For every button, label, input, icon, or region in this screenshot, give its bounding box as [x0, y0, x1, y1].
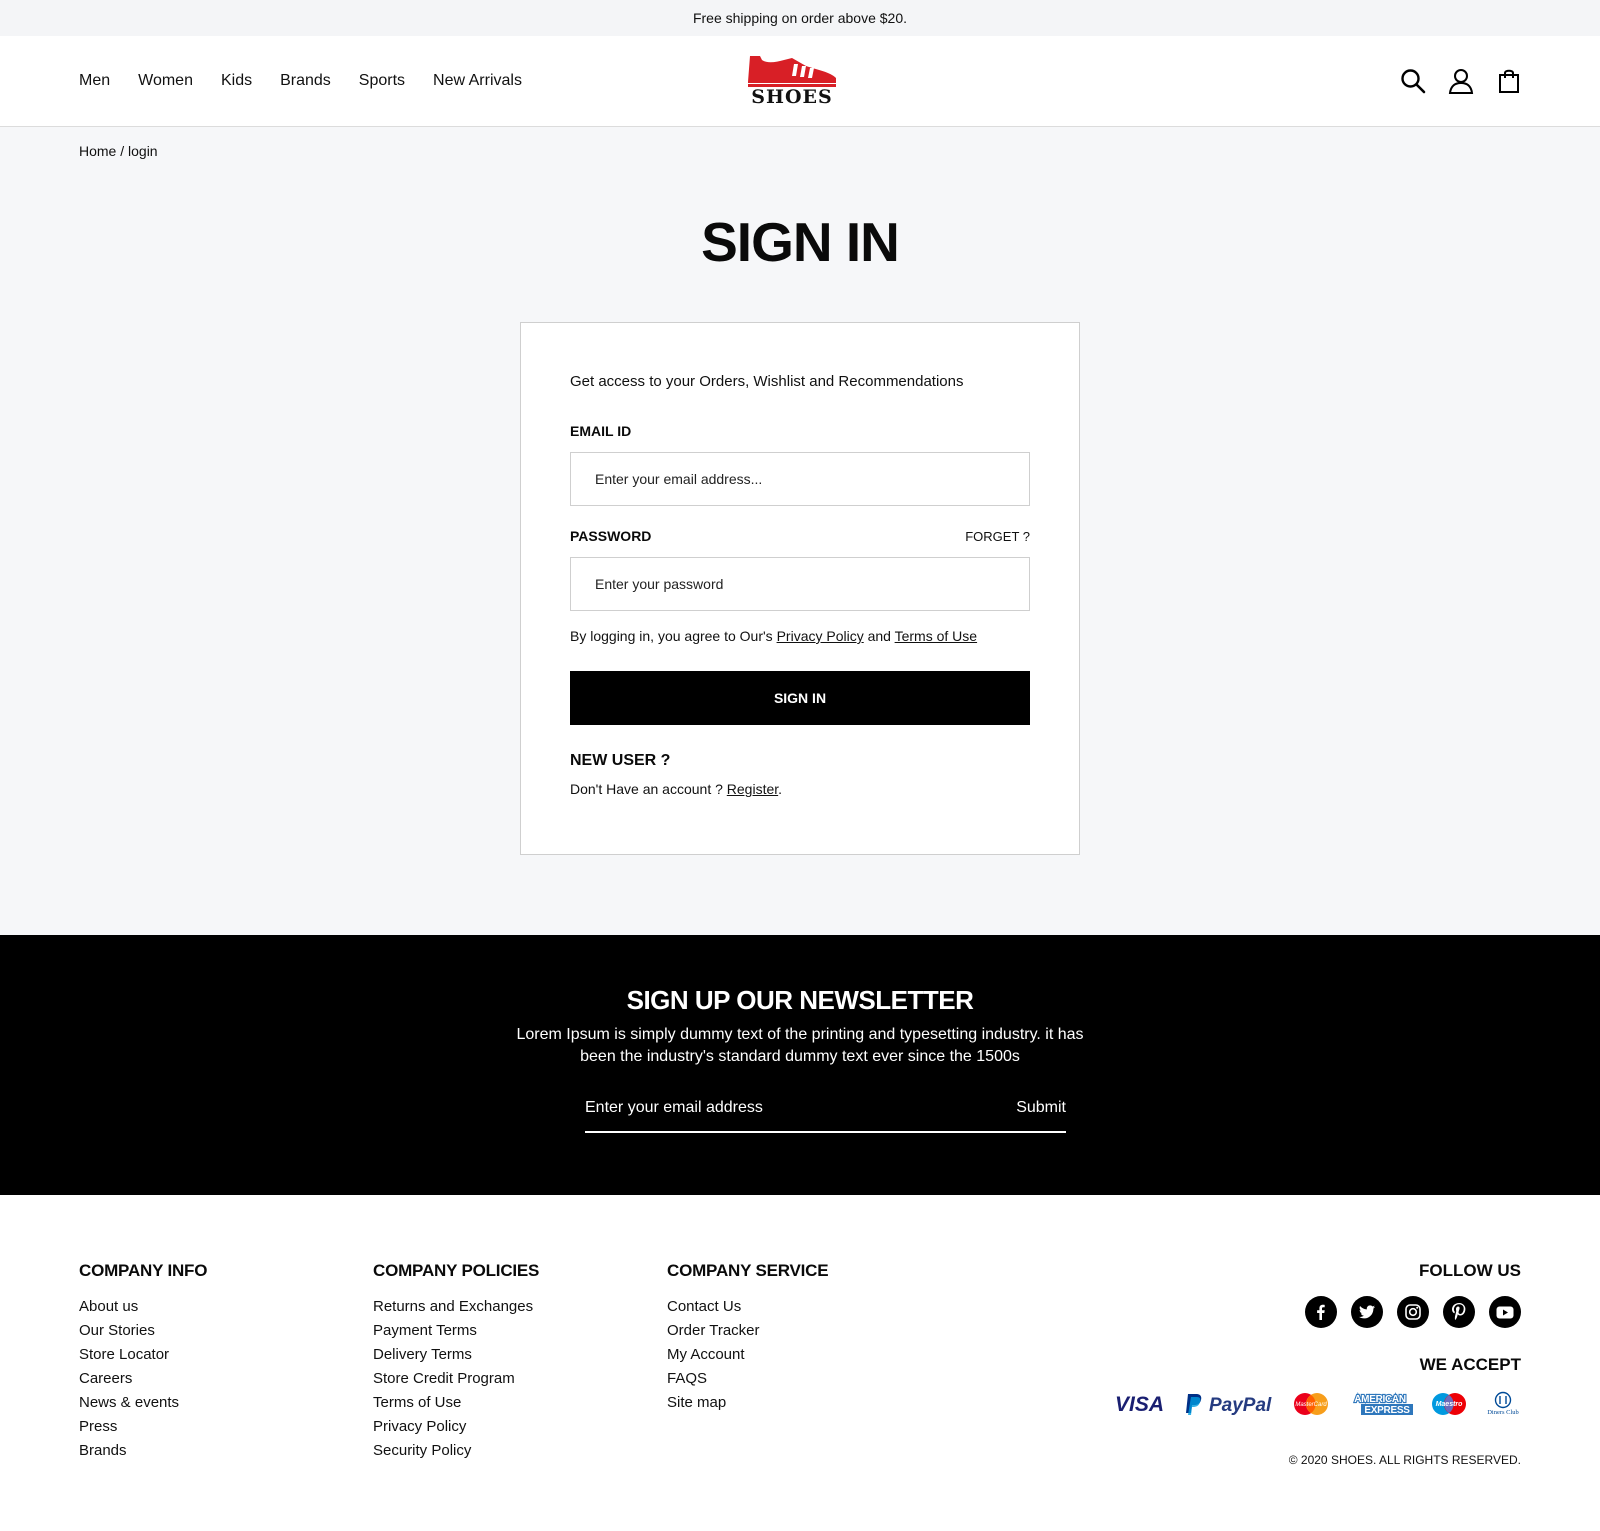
- new-user-text: Don't Have an account ? Register.: [570, 781, 782, 797]
- visa-icon: VISA: [1115, 1393, 1164, 1415]
- email-field[interactable]: [571, 453, 1029, 505]
- footer-link[interactable]: Contact Us: [667, 1295, 828, 1319]
- user-icon[interactable]: [1447, 67, 1475, 95]
- nav-link-brands[interactable]: Brands: [280, 72, 331, 90]
- footer-company-policies-title: COMPANY POLICIES: [373, 1261, 540, 1280]
- search-icon[interactable]: [1399, 67, 1427, 95]
- signin-card: Get access to your Orders, Wishlist and …: [520, 322, 1080, 855]
- footer-link[interactable]: Payment Terms: [373, 1319, 539, 1343]
- diners-label: Diners Club: [1487, 1409, 1519, 1416]
- footer-link[interactable]: Privacy Policy: [373, 1415, 539, 1439]
- footer-link[interactable]: Careers: [79, 1367, 207, 1391]
- diners-club-icon: Diners Club: [1487, 1391, 1519, 1416]
- password-field-wrapper: [570, 557, 1030, 611]
- email-field-wrapper: [570, 452, 1030, 506]
- footer-link[interactable]: Press: [79, 1415, 207, 1439]
- nav-link-women[interactable]: Women: [138, 72, 193, 90]
- footer-link[interactable]: My Account: [667, 1343, 828, 1367]
- shoe-logo-icon: [748, 56, 836, 87]
- mastercard-icon: MasterCard: [1294, 1393, 1328, 1415]
- logo-text: SHOES: [751, 86, 833, 108]
- password-label: PASSWORD: [570, 528, 652, 544]
- footer-link[interactable]: Store Credit Program: [373, 1367, 539, 1391]
- newsletter-submit-button[interactable]: Submit: [1016, 1099, 1066, 1117]
- new-user-prefix: Don't Have an account ?: [570, 781, 727, 797]
- footer-link[interactable]: FAQS: [667, 1367, 828, 1391]
- terms-and: and: [863, 628, 895, 644]
- footer-link[interactable]: Our Stories: [79, 1319, 207, 1343]
- follow-us-title: FOLLOW US: [1419, 1261, 1521, 1280]
- footer-right: FOLLOW US WE ACCEPT VISA PayPal MasterCa…: [1113, 1261, 1521, 1419]
- password-field[interactable]: [571, 558, 1029, 610]
- social-links: [1113, 1296, 1521, 1328]
- paypal-label: PayPal: [1209, 1395, 1272, 1416]
- breadcrumb-text[interactable]: Home / login: [79, 143, 158, 159]
- facebook-icon[interactable]: [1305, 1296, 1337, 1328]
- footer-link[interactable]: Brands: [79, 1439, 207, 1463]
- site-logo[interactable]: SHOES: [746, 50, 838, 112]
- new-user-suffix: .: [778, 781, 783, 797]
- paypal-icon: PayPal: [1186, 1394, 1272, 1416]
- footer-link[interactable]: Site map: [667, 1391, 828, 1415]
- promo-text: Free shipping on order above $20.: [692, 10, 908, 26]
- twitter-icon[interactable]: [1351, 1296, 1383, 1328]
- footer-link[interactable]: Returns and Exchanges: [373, 1295, 539, 1319]
- copyright-text: © 2020 SHOES. ALL RIGHTS RESERVED.: [1288, 1453, 1521, 1467]
- nav-link-sports[interactable]: Sports: [359, 72, 405, 90]
- footer-link[interactable]: Order Tracker: [667, 1319, 828, 1343]
- page-title: SIGN IN: [701, 211, 900, 273]
- main-header: Men Women Kids Brands Sports New Arrival…: [0, 36, 1600, 127]
- register-link[interactable]: Register: [727, 781, 778, 797]
- footer-link[interactable]: News & events: [79, 1391, 207, 1415]
- amex-line-1: AMERICAN: [1354, 1394, 1406, 1405]
- newsletter-form: Submit: [585, 1085, 1066, 1133]
- footer-company-info-title: COMPANY INFO: [79, 1261, 208, 1280]
- maestro-icon: Maestro: [1432, 1393, 1466, 1415]
- footer-link[interactable]: Delivery Terms: [373, 1343, 539, 1367]
- payment-methods: VISA PayPal MasterCard AMERICAN EXPRESS …: [1113, 1389, 1521, 1419]
- terms-notice: By logging in, you agree to Our's Privac…: [570, 628, 977, 644]
- header-actions: [1399, 36, 1523, 126]
- footer-link[interactable]: Security Policy: [373, 1439, 539, 1463]
- youtube-icon[interactable]: [1489, 1296, 1521, 1328]
- we-accept-title: WE ACCEPT: [1419, 1355, 1521, 1374]
- privacy-policy-link[interactable]: Privacy Policy: [777, 628, 864, 644]
- instagram-icon[interactable]: [1397, 1296, 1429, 1328]
- nav-link-men[interactable]: Men: [79, 72, 110, 90]
- footer-company-service: COMPANY SERVICE Contact Us Order Tracker…: [667, 1261, 829, 1415]
- footer-link[interactable]: Terms of Use: [373, 1391, 539, 1415]
- breadcrumb: Home / login: [79, 143, 158, 159]
- newsletter-email-input[interactable]: [585, 1085, 1017, 1131]
- signin-button[interactable]: SIGN IN: [570, 671, 1030, 725]
- terms-prefix: By logging in, you agree to Our's: [570, 628, 777, 644]
- newsletter-section: SIGN UP OUR NEWSLETTER Lorem Ipsum is si…: [0, 935, 1600, 1195]
- amex-line-2: EXPRESS: [1364, 1405, 1410, 1416]
- visa-label: VISA: [1115, 1393, 1164, 1415]
- shopping-bag-icon[interactable]: [1495, 67, 1523, 95]
- footer-company-info: COMPANY INFO About us Our Stories Store …: [79, 1261, 207, 1463]
- main-nav: Men Women Kids Brands Sports New Arrival…: [79, 36, 522, 126]
- forgot-password-link[interactable]: FORGET ?: [965, 529, 1030, 544]
- footer-company-policies: COMPANY POLICIES Returns and Exchanges P…: [373, 1261, 539, 1463]
- american-express-icon: AMERICAN EXPRESS: [1353, 1393, 1413, 1416]
- newsletter-title: SIGN UP OUR NEWSLETTER: [626, 985, 974, 1015]
- newsletter-description: Lorem Ipsum is simply dummy text of the …: [516, 1026, 1084, 1065]
- site-footer: COMPANY INFO About us Our Stories Store …: [0, 1195, 1600, 1531]
- footer-company-service-title: COMPANY SERVICE: [667, 1261, 829, 1280]
- terms-of-use-link[interactable]: Terms of Use: [895, 628, 977, 644]
- footer-link[interactable]: Store Locator: [79, 1343, 207, 1367]
- pinterest-icon[interactable]: [1443, 1296, 1475, 1328]
- nav-link-kids[interactable]: Kids: [221, 72, 252, 90]
- promo-bar: Free shipping on order above $20.: [0, 0, 1600, 36]
- new-user-title: NEW USER ?: [570, 752, 671, 769]
- mastercard-label: MasterCard: [1295, 1402, 1327, 1408]
- email-label: EMAIL ID: [570, 423, 632, 439]
- signin-intro: Get access to your Orders, Wishlist and …: [570, 373, 964, 390]
- maestro-label: Maestro: [1436, 1401, 1464, 1408]
- nav-link-new-arrivals[interactable]: New Arrivals: [433, 72, 522, 90]
- footer-link[interactable]: About us: [79, 1295, 207, 1319]
